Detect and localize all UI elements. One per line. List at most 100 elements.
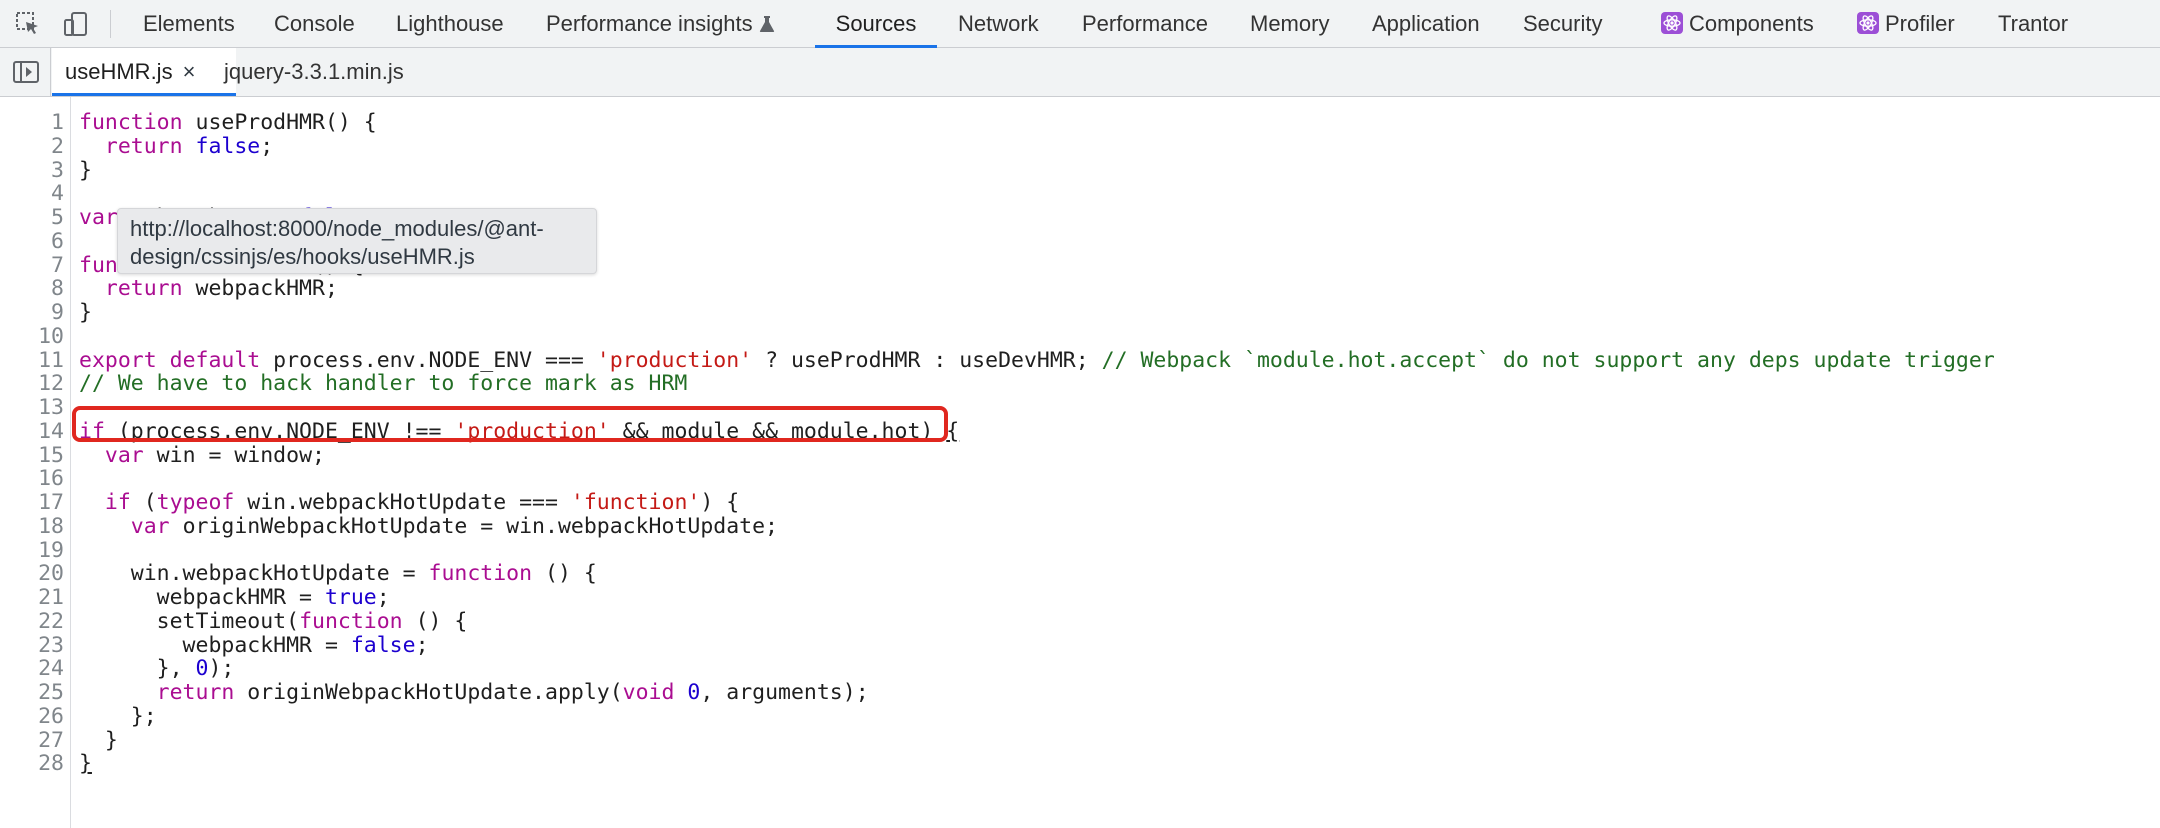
line-code: webpackHMR = true; xyxy=(79,586,390,610)
code-token: ; xyxy=(376,585,390,610)
tab-console[interactable]: Console xyxy=(274,0,355,48)
line-code: } xyxy=(79,728,118,753)
tab-elements[interactable]: Elements xyxy=(143,0,235,48)
line-number[interactable]: 24 xyxy=(0,657,64,681)
code-token: function xyxy=(428,561,533,587)
code-line[interactable]: 2 return false; xyxy=(0,133,2160,159)
code-token: typeof xyxy=(156,490,235,515)
tab-profiler[interactable]: Profiler xyxy=(1857,0,1955,48)
code-line[interactable]: 10 xyxy=(0,324,2160,349)
line-number[interactable]: 12 xyxy=(0,372,64,396)
line-number[interactable]: 9 xyxy=(0,301,64,325)
line-number[interactable]: 10 xyxy=(0,324,64,349)
experiment-flask-icon xyxy=(759,2,775,50)
line-number[interactable]: 5 xyxy=(0,206,64,230)
tab-security[interactable]: Security xyxy=(1523,0,1602,48)
code-token: 'production' xyxy=(596,347,753,373)
code-token: originWebpackHotUpdate = win.webpackHotU… xyxy=(169,513,778,539)
code-token: win = window; xyxy=(143,442,325,468)
line-number[interactable]: 6 xyxy=(0,229,64,254)
inspect-element-icon[interactable] xyxy=(12,8,44,40)
code-line[interactable]: 19 xyxy=(0,538,2160,563)
code-line[interactable]: 16 xyxy=(0,467,2160,491)
code-line[interactable]: 9} xyxy=(0,301,2160,325)
line-number[interactable]: 8 xyxy=(0,277,64,301)
code-line[interactable]: 4 xyxy=(0,182,2160,206)
line-number[interactable]: 15 xyxy=(0,443,64,468)
line-code: }; xyxy=(79,703,157,729)
line-number[interactable]: 22 xyxy=(0,609,64,634)
code-line[interactable]: 22 setTimeout(function () { xyxy=(0,608,2160,634)
line-number[interactable]: 4 xyxy=(0,182,64,206)
code-token: ; xyxy=(260,133,274,159)
code-line[interactable]: 8 return webpackHMR; xyxy=(0,277,2160,301)
line-number[interactable]: 26 xyxy=(0,704,64,729)
line-number[interactable]: 11 xyxy=(0,348,64,373)
code-token: function xyxy=(299,608,403,634)
line-number[interactable]: 3 xyxy=(0,158,64,183)
code-line[interactable]: 27 } xyxy=(0,728,2160,753)
line-number[interactable]: 13 xyxy=(0,396,64,420)
code-token: var xyxy=(104,442,144,468)
code-token: () { xyxy=(402,608,468,634)
file-tab-usehmr[interactable]: useHMR.js × xyxy=(52,48,236,96)
tab-trantor[interactable]: Trantor xyxy=(1998,0,2068,48)
code-token: }; xyxy=(79,703,157,729)
tab-sources[interactable]: Sources xyxy=(815,0,937,48)
line-number[interactable]: 1 xyxy=(0,111,64,135)
line-number[interactable]: 18 xyxy=(0,514,64,539)
code-line[interactable]: 15 var win = window; xyxy=(0,442,2160,468)
line-number[interactable]: 23 xyxy=(0,633,64,658)
line-code: win.webpackHotUpdate = function () { xyxy=(79,562,597,586)
code-line[interactable]: 26 }; xyxy=(0,703,2160,729)
tab-lighthouse[interactable]: Lighthouse xyxy=(396,0,504,48)
code-line[interactable]: 1 function useProdHMR() { xyxy=(0,111,2160,135)
line-number[interactable]: 19 xyxy=(0,538,64,563)
code-line[interactable]: 17 if (typeof win.webpackHotUpdate === '… xyxy=(0,491,2160,515)
code-line[interactable]: 23 webpackHMR = false; xyxy=(0,633,2160,658)
code-token: } xyxy=(79,751,92,777)
tab-performance[interactable]: Performance xyxy=(1082,0,1208,48)
code-line[interactable]: 25 return originWebpackHotUpdate.apply(v… xyxy=(0,681,2160,705)
code-token: process.env.NODE_ENV === xyxy=(260,347,597,373)
toggle-navigator-icon[interactable] xyxy=(12,58,40,86)
code-line[interactable]: 20 win.webpackHotUpdate = function () { xyxy=(0,562,2160,586)
code-line[interactable]: 11 export default process.env.NODE_ENV ==… xyxy=(0,347,2160,373)
line-number[interactable]: 27 xyxy=(0,728,64,753)
device-toolbar-icon[interactable] xyxy=(60,8,92,40)
line-number[interactable]: 7 xyxy=(0,253,64,278)
code-line[interactable]: 21 webpackHMR = true; xyxy=(0,586,2160,610)
tab-memory[interactable]: Memory xyxy=(1250,0,1329,48)
code-line[interactable]: 18 var originWebpackHotUpdate = win.webp… xyxy=(0,513,2160,539)
code-line[interactable]: 12 // We have to hack handler to force ma… xyxy=(0,372,2160,396)
tab-application[interactable]: Application xyxy=(1372,0,1480,48)
tab-network[interactable]: Network xyxy=(958,0,1039,48)
line-number[interactable]: 28 xyxy=(0,752,64,776)
line-code: var originWebpackHotUpdate = win.webpack… xyxy=(79,513,778,539)
line-number[interactable]: 25 xyxy=(0,681,64,705)
line-number[interactable]: 20 xyxy=(0,562,64,586)
line-number[interactable]: 17 xyxy=(0,491,64,515)
code-line[interactable]: 28} xyxy=(0,752,2160,776)
code-line[interactable]: 24 }, 0); xyxy=(0,657,2160,681)
code-token: ) { xyxy=(700,490,740,515)
line-code: function useProdHMR() { xyxy=(79,111,377,135)
code-editor[interactable]: 1 function useProdHMR() {2 return false; 3… xyxy=(0,97,2160,828)
source-file-tabs: useHMR.js × jquery-3.3.1.min.js xyxy=(0,48,2160,97)
close-icon[interactable]: × xyxy=(183,48,196,96)
line-number[interactable]: 21 xyxy=(0,586,64,610)
code-token: originWebpackHotUpdate.apply( xyxy=(234,680,623,705)
line-number[interactable]: 14 xyxy=(0,419,64,444)
code-token: useProdHMR() { xyxy=(182,110,377,135)
tab-performance-insights[interactable]: Performance insights xyxy=(546,0,775,48)
line-number[interactable]: 2 xyxy=(0,134,64,159)
line-code: export default process.env.NODE_ENV === … xyxy=(79,347,1995,373)
file-tab-jquery[interactable]: jquery-3.3.1.min.js xyxy=(224,48,404,96)
code-line[interactable]: 3} xyxy=(0,158,2160,183)
line-number[interactable]: 16 xyxy=(0,467,64,491)
tab-components[interactable]: Components xyxy=(1661,0,1814,48)
